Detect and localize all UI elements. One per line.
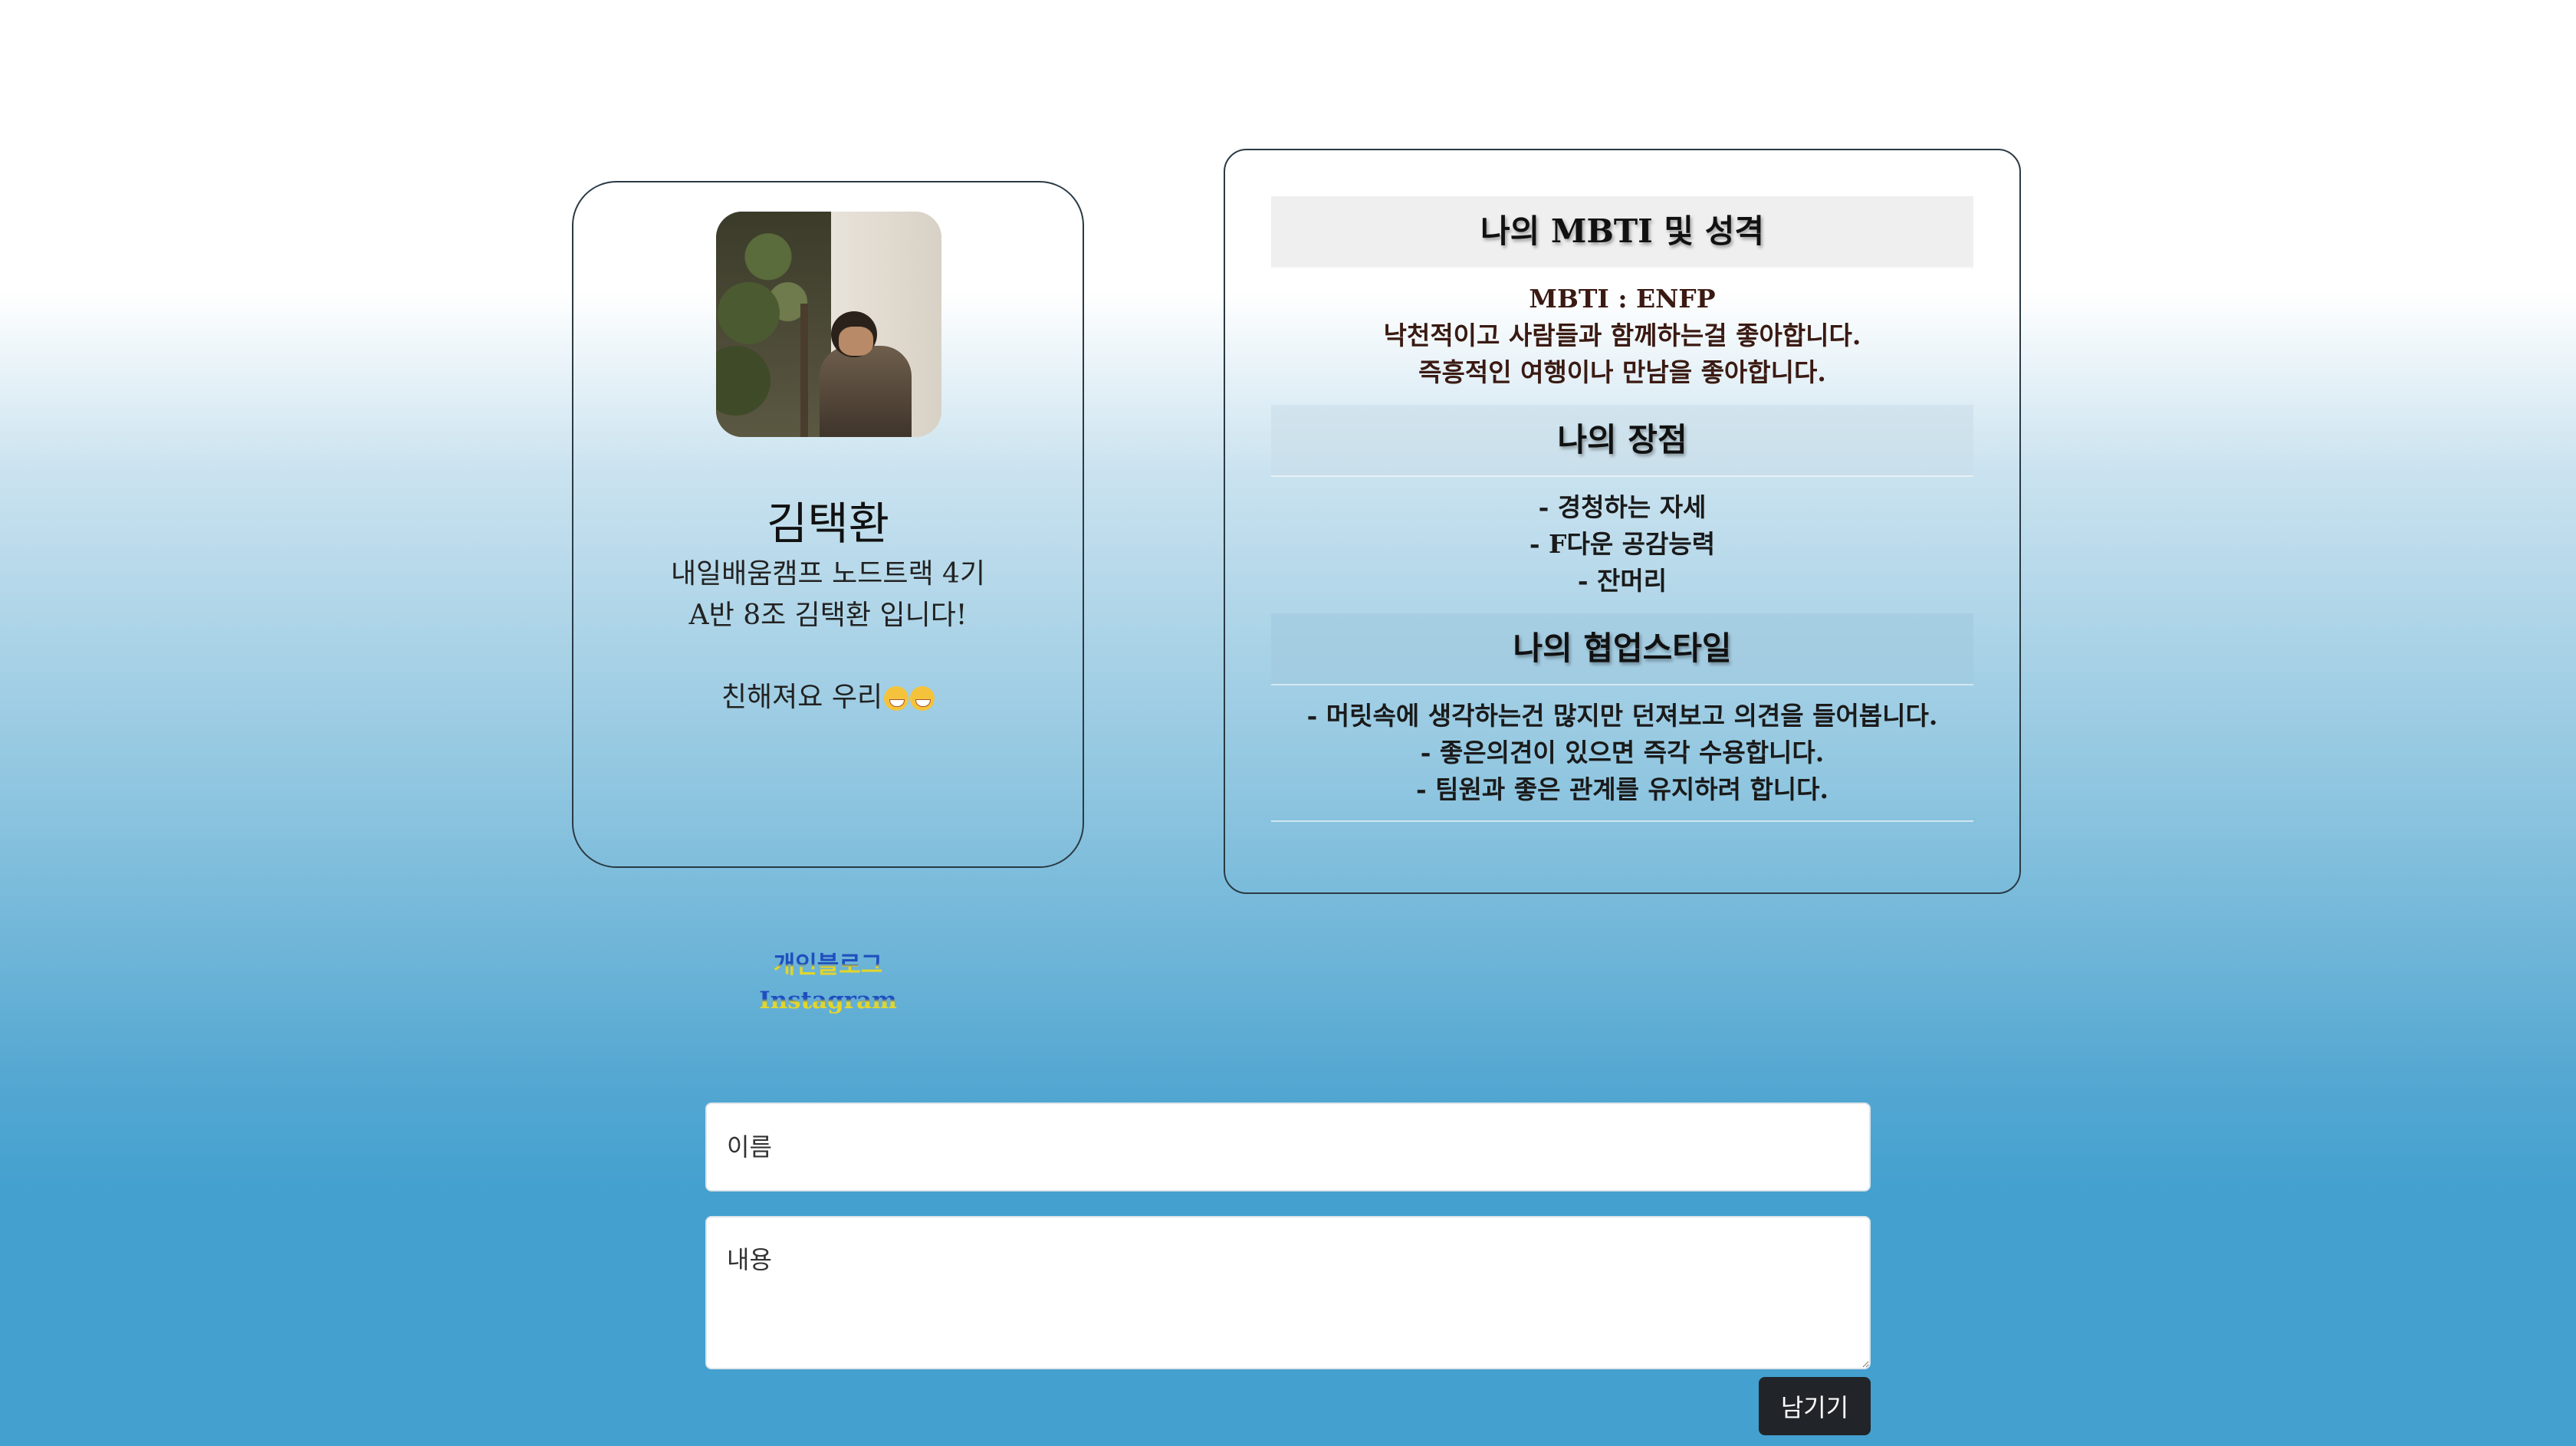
section-title-strengths: 나의 장점 bbox=[1271, 405, 1973, 477]
section-line: - 좋은의견이 있으면 즉각 수용합니다. bbox=[1420, 738, 1825, 767]
submit-button[interactable]: 남기기 bbox=[1759, 1377, 1871, 1435]
info-card: 나의 MBTI 및 성격 MBTI : ENFP 낙천적이고 사람들과 함께하는… bbox=[1224, 149, 2021, 894]
profile-desc-line-1: 내일배움캠프 노드트랙 4기 bbox=[670, 558, 986, 590]
section-title-collab: 나의 협업스타일 bbox=[1271, 613, 1973, 685]
section-title-mbti: 나의 MBTI 및 성격 bbox=[1271, 196, 1973, 268]
section-body-collab: - 머릿속에 생각하는건 많지만 던져보고 의견을 들어봅니다. - 좋은의견이… bbox=[1271, 698, 1973, 808]
section-line: 낙천적이고 사람들과 함께하는걸 좋아합니다. bbox=[1383, 320, 1861, 350]
section-line: - 머릿속에 생각하는건 많지만 던져보고 의견을 들어봅니다. bbox=[1306, 701, 1938, 731]
instagram-link[interactable]: Instagram bbox=[573, 983, 1083, 1018]
name-input[interactable] bbox=[705, 1103, 1871, 1191]
blog-link[interactable]: 개인블로그 bbox=[573, 948, 1083, 983]
content-textarea[interactable] bbox=[705, 1216, 1871, 1369]
section-line: - 잔머리 bbox=[1577, 566, 1668, 596]
profile-desc-line-2: A반 8조 김택환 입니다! bbox=[688, 600, 968, 631]
section-line: - 경청하는 자세 bbox=[1538, 492, 1707, 522]
profile-links: 개인블로그 Instagram bbox=[573, 948, 1083, 1018]
section-line: MBTI : ENFP bbox=[1529, 284, 1716, 314]
grinning-face-icon bbox=[910, 686, 935, 711]
grinning-face-icon bbox=[884, 686, 909, 711]
profile-photo bbox=[716, 212, 941, 437]
greeting-text: 친해져요 우리 bbox=[721, 682, 883, 713]
section-line: - 팀원과 좋은 관계를 유지하려 합니다. bbox=[1415, 774, 1829, 804]
profile-name: 김택환 bbox=[766, 498, 890, 550]
profile-description: 내일배움캠프 노드트랙 4기 A반 8조 김택환 입니다! bbox=[573, 554, 1083, 636]
section-divider bbox=[1271, 820, 1973, 822]
section-line: 즉흥적인 여행이나 만남을 좋아합니다. bbox=[1418, 357, 1826, 387]
profile-greeting: 친해져요 우리 bbox=[573, 675, 1083, 715]
profile-card: 김택환 내일배움캠프 노드트랙 4기 A반 8조 김택환 입니다! 친해져요 우… bbox=[572, 181, 1084, 1014]
section-body-strengths: - 경청하는 자세 - F다운 공감능력 - 잔머리 bbox=[1271, 489, 1973, 600]
section-body-mbti: MBTI : ENFP 낙천적이고 사람들과 함께하는걸 좋아합니다. 즉흥적인… bbox=[1271, 281, 1973, 391]
section-line: - F다운 공감능력 bbox=[1529, 529, 1716, 559]
